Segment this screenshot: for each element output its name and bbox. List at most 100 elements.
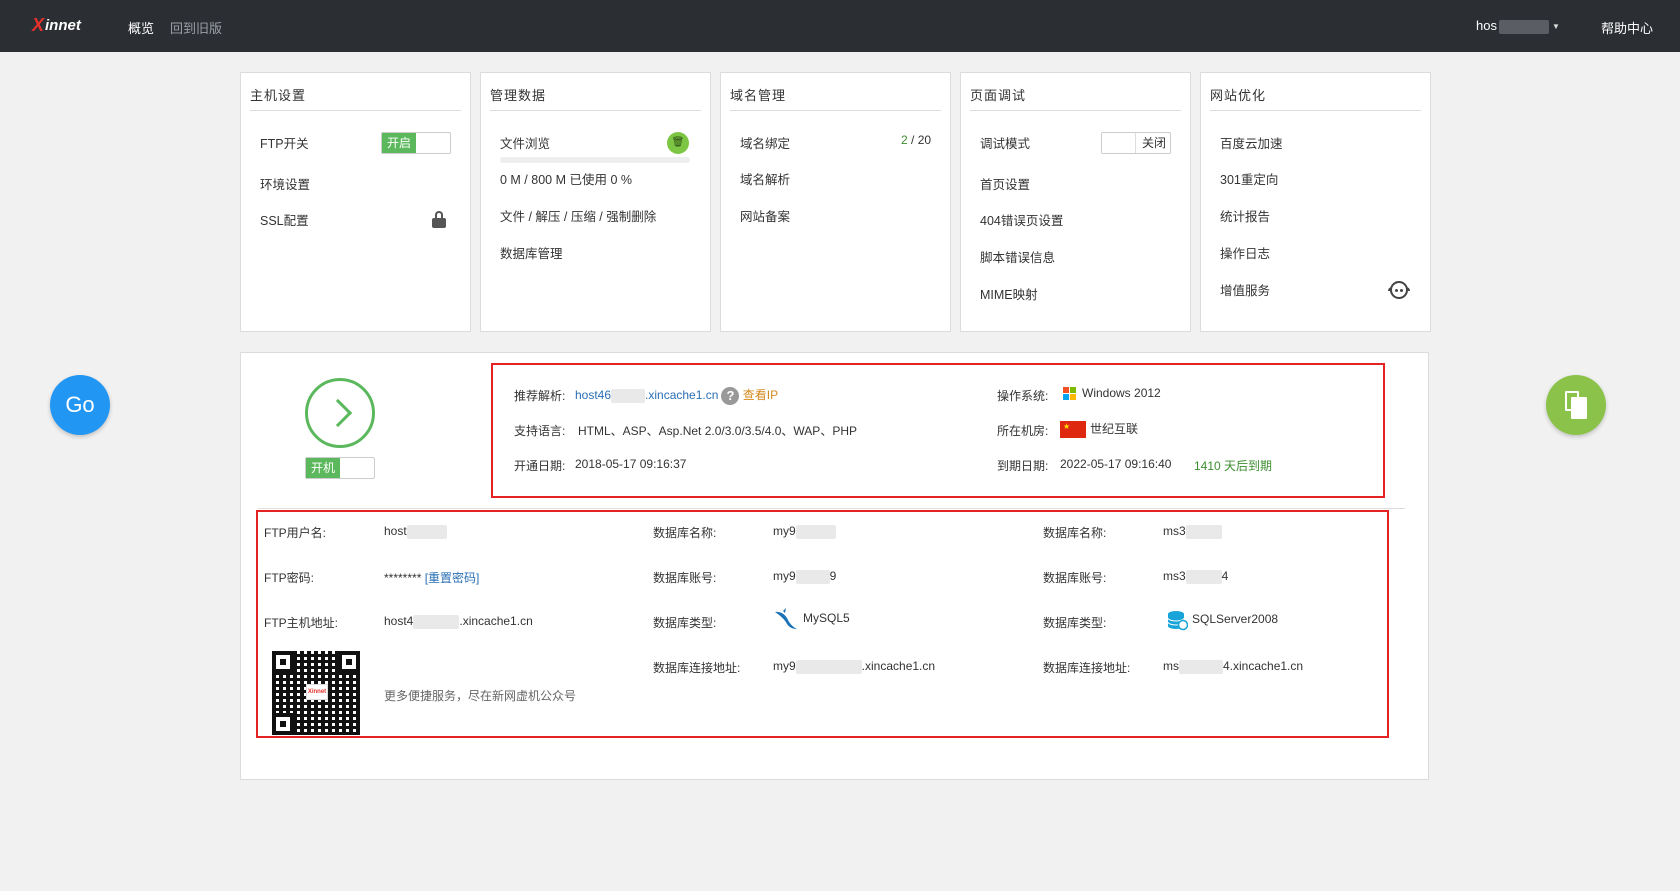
- mysql-addr-label: 数据库连接地址:: [653, 661, 741, 675]
- file-ops-links[interactable]: 文件 / 解压 / 压缩 / 强制删除: [500, 206, 656, 225]
- mysql-addr-value: my9 .xincache1.cn: [773, 659, 936, 674]
- error-404-link[interactable]: 404错误页设置: [980, 210, 1063, 229]
- user-menu[interactable]: hos ▼: [1476, 18, 1560, 34]
- mssql-type-label: 数据库类型:: [1043, 616, 1107, 630]
- mysql-account-label: 数据库账号:: [653, 571, 717, 585]
- value-added-link[interactable]: 增值服务: [1220, 280, 1270, 299]
- mssql-account-label: 数据库账号:: [1043, 571, 1107, 585]
- ftp-user-value: host: [384, 524, 447, 539]
- mssql-name-label: 数据库名称:: [1043, 526, 1107, 540]
- mysql-account-value: my9 9: [773, 569, 837, 584]
- domain-bind-link[interactable]: 域名绑定: [740, 133, 790, 152]
- ftp-switch-toggle[interactable]: 开启: [381, 132, 451, 154]
- expire-date-label: 到期日期:: [997, 459, 1049, 473]
- storage-usage: 0 M / 800 M 已使用 0 %: [500, 173, 632, 187]
- power-chevron-icon[interactable]: [305, 378, 375, 448]
- idc-label: 所在机房:: [997, 424, 1049, 438]
- panel-domain-management: 域名管理 域名绑定 2 / 20 域名解析 网站备案: [720, 72, 951, 332]
- idc-value: ★ 世纪互联: [1060, 420, 1138, 439]
- panel-data-management: 管理数据 文件浏览 🗑 0 M / 800 M 已使用 0 % 文件 / 解压 …: [480, 72, 711, 332]
- power-toggle[interactable]: 开机: [305, 457, 375, 479]
- china-flag-icon: ★: [1060, 421, 1086, 439]
- nav-old-version[interactable]: 回到旧版: [170, 18, 222, 37]
- db-manage-link[interactable]: 数据库管理: [500, 243, 563, 262]
- panel-title: 域名管理: [730, 88, 787, 103]
- customer-service-icon[interactable]: [1387, 278, 1411, 302]
- debug-mode-toggle[interactable]: 关闭: [1101, 132, 1171, 154]
- mssql-type-value: SQLServer2008: [1166, 609, 1278, 631]
- toggle-knob: [1102, 133, 1136, 153]
- ssl-config-link[interactable]: SSL配置: [260, 210, 309, 229]
- operation-log-link[interactable]: 操作日志: [1220, 243, 1270, 262]
- panel-site-optimization: 网站优化 百度云加速 301重定向 统计报告 操作日志 增值服务: [1200, 72, 1431, 332]
- panel-title: 网站优化: [1210, 88, 1267, 103]
- mysql-name-label: 数据库名称:: [653, 526, 717, 540]
- user-name-mask: [1498, 19, 1549, 34]
- toggle-on-label: 开机: [306, 458, 340, 478]
- toggle-off-label: 关闭: [1141, 136, 1166, 150]
- homepage-settings-link[interactable]: 首页设置: [980, 174, 1030, 193]
- divider: [250, 110, 461, 111]
- ftp-password-label: FTP密码:: [264, 571, 314, 585]
- panel-page-debug: 页面调试 调试模式 关闭 首页设置 404错误页设置 脚本错误信息 MIME映射: [960, 72, 1191, 332]
- mssql-account-value: ms3 4: [1163, 569, 1229, 584]
- copy-icon[interactable]: [1546, 375, 1606, 435]
- mysql-type-label: 数据库类型:: [653, 616, 717, 630]
- reset-password-link[interactable]: [重置密码]: [425, 571, 480, 585]
- ftp-host-value: host4 .xincache1.cn: [384, 614, 533, 629]
- sqlserver-db-icon: [1166, 609, 1189, 631]
- baidu-cdn-link[interactable]: 百度云加速: [1220, 133, 1283, 152]
- trash-icon[interactable]: 🗑: [667, 132, 689, 154]
- mime-link[interactable]: MIME映射: [980, 284, 1038, 303]
- open-date-value: 2018-05-17 09:16:37: [575, 457, 687, 471]
- mssql-addr-value: ms 4.xincache1.cn: [1163, 659, 1304, 674]
- qr-tagline: 更多便捷服务，尽在新网虚机公众号: [384, 689, 577, 703]
- panel-host-settings: 主机设置 FTP开关 开启 环境设置 SSL配置: [240, 72, 471, 332]
- top-bar: X innet 概览 回到旧版 hos ▼ 帮助中心: [0, 0, 1680, 52]
- mssql-name-value: ms3: [1163, 524, 1222, 539]
- redirect-301-link[interactable]: 301重定向: [1220, 169, 1278, 188]
- domain-bind-total: / 20: [907, 133, 932, 147]
- debug-mode-label: 调试模式: [980, 137, 1031, 151]
- domain-bind-used: 2: [901, 133, 908, 147]
- mssql-addr-label: 数据库连接地址:: [1043, 661, 1131, 675]
- mysql-type-value: MySQL5: [773, 608, 850, 630]
- divider: [730, 110, 941, 111]
- script-error-link[interactable]: 脚本错误信息: [980, 247, 1055, 266]
- expire-date-value: 2022-05-17 09:16:40: [1060, 457, 1172, 471]
- lock-icon: [432, 211, 446, 228]
- divider: [970, 110, 1181, 111]
- ftp-host-label: FTP主机地址:: [264, 616, 338, 630]
- panel-title: 管理数据: [490, 88, 547, 103]
- nav-overview[interactable]: 概览: [128, 18, 154, 37]
- domain-bind-count: 2 / 20: [901, 133, 931, 147]
- ftp-switch-label: FTP开关: [260, 137, 309, 151]
- go-button[interactable]: Go: [50, 375, 110, 435]
- divider: [490, 110, 701, 111]
- qr-code-icon: Xinnet: [272, 651, 360, 735]
- help-center-link[interactable]: 帮助中心: [1601, 18, 1653, 37]
- env-settings-link[interactable]: 环境设置: [260, 174, 310, 193]
- stats-report-link[interactable]: 统计报告: [1220, 206, 1270, 225]
- open-date-label: 开通日期:: [514, 459, 566, 473]
- icp-link[interactable]: 网站备案: [740, 206, 790, 225]
- mysql-dolphin-icon: [773, 608, 799, 630]
- language-label: 支持语言:: [514, 424, 566, 438]
- user-name: hos: [1476, 18, 1497, 33]
- xinnet-logo[interactable]: X innet: [32, 15, 84, 37]
- language-value: HTML、ASP、Asp.Net 2.0/3.0/3.5/4.0、WAP、PHP: [578, 424, 857, 438]
- ftp-user-label: FTP用户名:: [264, 526, 326, 540]
- storage-progress-bar: [500, 157, 690, 163]
- file-browse-link[interactable]: 文件浏览: [500, 133, 550, 152]
- panel-title: 页面调试: [970, 88, 1027, 103]
- windows-icon: [1063, 386, 1077, 401]
- question-icon: ?: [721, 386, 740, 405]
- resolve-value[interactable]: host46 .xincache1.cn? 查看IP: [575, 386, 778, 405]
- expire-days: 1410 天后到期: [1194, 459, 1273, 473]
- section-divider: [258, 508, 1405, 509]
- view-ip-link[interactable]: 查看IP: [743, 388, 778, 402]
- domain-resolve-link[interactable]: 域名解析: [740, 169, 790, 188]
- os-label: 操作系统:: [997, 389, 1049, 403]
- qr-logo: Xinnet: [306, 684, 328, 700]
- logo-x: X: [32, 15, 45, 35]
